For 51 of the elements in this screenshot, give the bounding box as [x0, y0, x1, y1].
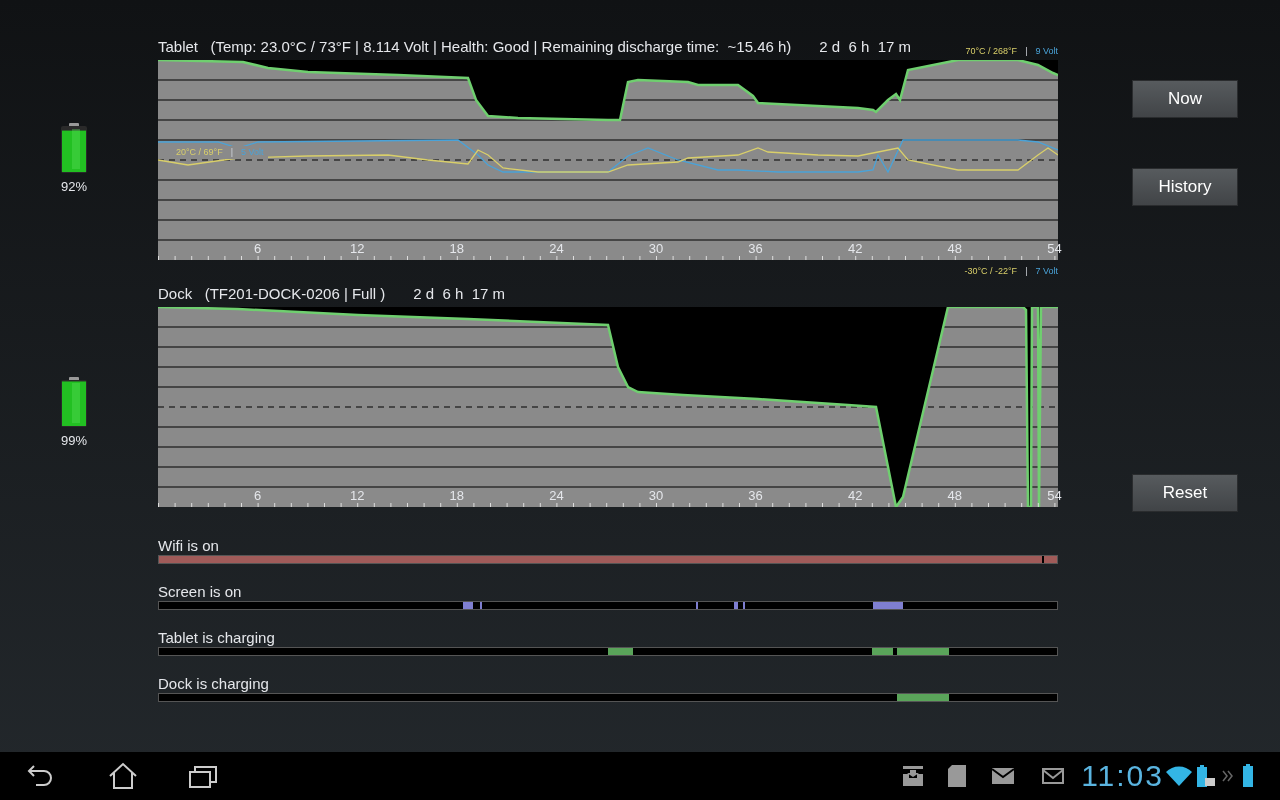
legend-voltage: 7 Volt [1035, 267, 1058, 276]
legend-separator: | [1025, 47, 1028, 56]
axis-tick-label: 48 [947, 242, 963, 255]
axis-tick-label: 12 [349, 242, 365, 255]
battery-icon [60, 376, 88, 427]
chart-title: Dock (TF201-DOCK-0206 | Full ) [158, 284, 386, 305]
axis-tick-label: 36 [748, 489, 763, 502]
now-button[interactable]: Now [1132, 80, 1238, 118]
battery-keyboard-icon [1196, 764, 1216, 788]
legend-voltage: 9 Volt [1035, 47, 1058, 56]
axis-tick-label: 48 [947, 489, 963, 502]
mail-icon[interactable] [1041, 767, 1066, 785]
axis-tick-label: 18 [449, 489, 465, 502]
sd-card-icon[interactable] [947, 764, 968, 788]
axis-tick-label: 42 [847, 489, 863, 502]
axis-tick-label: 6 [254, 242, 262, 255]
timeline-label: Screen is on [158, 583, 243, 601]
axis-tick-label: 42 [847, 242, 863, 255]
recent-apps-icon[interactable] [188, 763, 218, 789]
battery-icon [1242, 764, 1254, 788]
elapsed-time: 2 d 6 h 17 m [819, 37, 912, 58]
axis-tick-label: 30 [648, 242, 664, 255]
battery-icon [60, 123, 88, 173]
axis-tick-label: 36 [748, 242, 763, 255]
battery-percentage: 99% [61, 431, 87, 450]
legend-separator: | [1025, 267, 1028, 276]
battery-percentage: 92% [61, 178, 87, 196]
download-tray-icon[interactable] [901, 764, 926, 788]
legend-voltage: 5 Volt [241, 148, 264, 157]
history-button[interactable]: History [1132, 168, 1238, 206]
elapsed-time: 2 d 6 h 17 m [413, 284, 506, 305]
axis-tick-label: 24 [549, 242, 564, 255]
reset-button[interactable]: Reset [1132, 474, 1238, 512]
clock-time: 11:03 [1081, 761, 1164, 791]
home-icon[interactable] [108, 762, 138, 790]
legend-temperature: -30°C / -22°F [964, 267, 1018, 276]
axis-tick-label: 6 [254, 489, 262, 502]
wifi-icon [1166, 766, 1192, 786]
axis-tick-label: 24 [549, 489, 564, 502]
timeline-label: Dock is charging [158, 675, 270, 693]
legend-temperature: 20°C / 69°F [176, 148, 223, 157]
legend-separator: | [230, 148, 234, 157]
chart-title: Tablet (Temp: 23.0°C / 73°F | 8.114 Volt | Health: Good | Remaining discharge time: ~15.46 h) [158, 37, 792, 58]
legend-temperature: 70°C / 268°F [965, 47, 1018, 56]
timeline-label: Tablet is charging [158, 629, 276, 647]
chevron-icon [1222, 769, 1234, 783]
axis-tick-label: 30 [648, 489, 664, 502]
axis-tick-label: 18 [449, 242, 465, 255]
mail-icon[interactable] [991, 767, 1016, 785]
axis-tick-label: 12 [349, 489, 365, 502]
timeline-label: Wifi is on [158, 537, 220, 555]
